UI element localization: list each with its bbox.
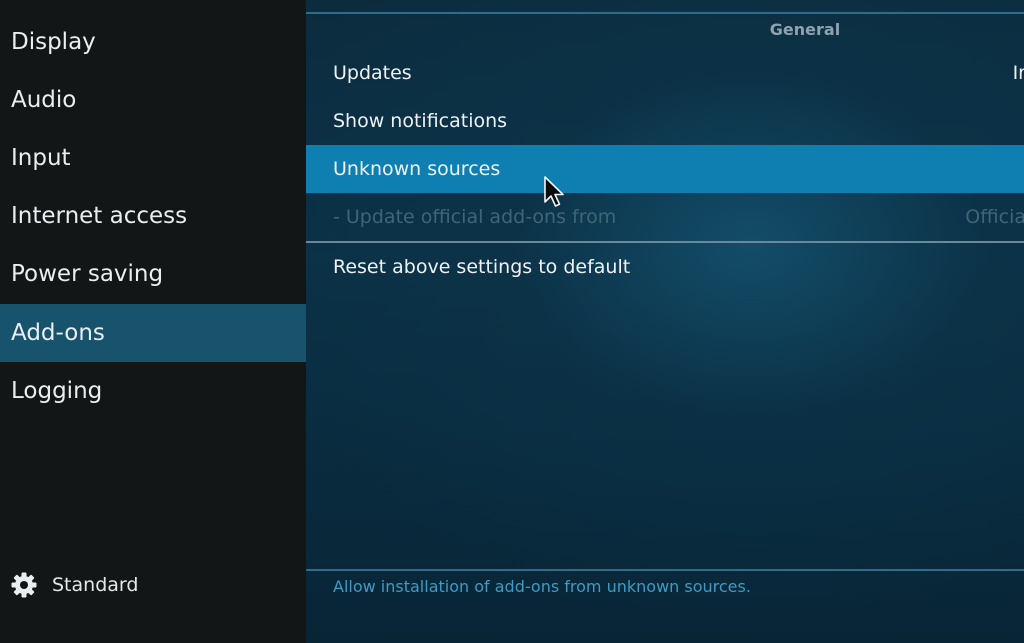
category-label: Audio — [11, 87, 77, 113]
setting-label: - Update official add-ons from — [333, 206, 617, 228]
help-text: Allow installation of add-ons from unkno… — [333, 577, 751, 596]
setting-update-official-addons-from: - Update official add-ons from Officia — [306, 193, 1024, 241]
category-display[interactable]: Display — [0, 13, 306, 71]
section-title: General — [769, 20, 841, 39]
category-sidebar: Display Audio Input Internet access Powe… — [0, 0, 306, 643]
setting-label: Unknown sources — [333, 158, 501, 180]
category-label: Power saving — [11, 261, 164, 287]
setting-updates[interactable]: Updates Ir — [306, 49, 1024, 97]
settings-level-button[interactable]: Standard — [10, 570, 138, 600]
settings-window: Display Audio Input Internet access Powe… — [0, 0, 1024, 643]
category-audio[interactable]: Audio — [0, 71, 306, 129]
category-internet-access[interactable]: Internet access — [0, 187, 306, 245]
reset-label: Reset above settings to default — [333, 256, 631, 278]
mouse-pointer-icon — [543, 176, 565, 208]
top-divider — [306, 12, 1024, 14]
category-label: Internet access — [11, 203, 188, 229]
bottom-divider — [306, 569, 1024, 571]
category-label: Add-ons — [11, 320, 105, 346]
setting-show-notifications[interactable]: Show notifications — [306, 97, 1024, 145]
category-logging[interactable]: Logging — [0, 362, 306, 420]
settings-level-label: Standard — [52, 574, 139, 596]
setting-unknown-sources[interactable]: Unknown sources — [306, 145, 1024, 193]
category-label: Display — [11, 29, 96, 55]
setting-label: Show notifications — [333, 110, 508, 132]
category-label: Input — [11, 145, 71, 171]
reset-settings-button[interactable]: Reset above settings to default — [306, 243, 1024, 291]
settings-panel: General Updates Ir Show notifications Un… — [306, 0, 1024, 643]
category-input[interactable]: Input — [0, 129, 306, 187]
setting-label: Updates — [333, 62, 412, 84]
category-power-saving[interactable]: Power saving — [0, 245, 306, 303]
category-add-ons[interactable]: Add-ons — [0, 304, 306, 362]
gear-icon — [10, 571, 38, 599]
setting-value: Ir — [1012, 62, 1024, 84]
category-label: Logging — [11, 378, 103, 404]
setting-value: Officia — [965, 206, 1024, 228]
